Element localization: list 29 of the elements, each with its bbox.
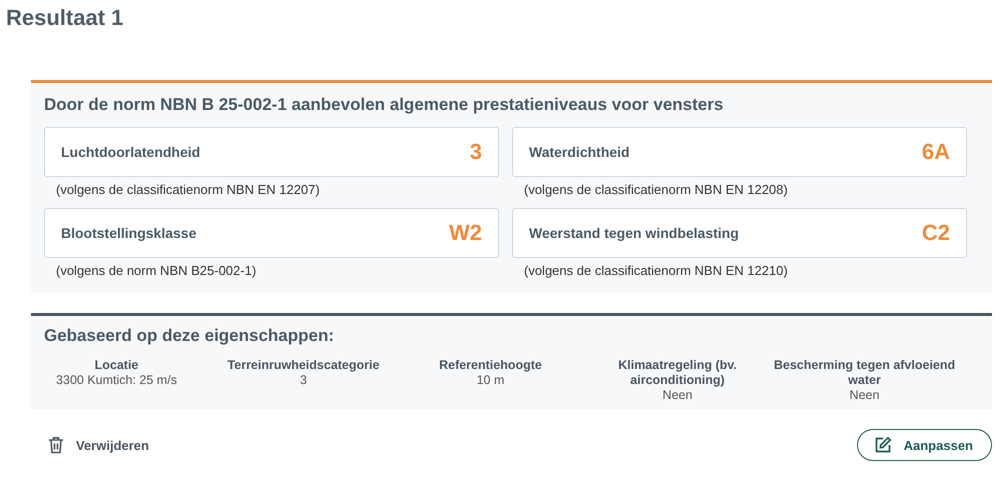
section-heading: Door de norm NBN B 25-002-1 aanbevolen algemene prestatieniveaus voor vensters (44, 95, 724, 115)
card-label: Waterdichtheid (529, 144, 630, 160)
property-label: Klimaatregeling (bv. airconditioning) (617, 358, 738, 388)
card-value: 6A (922, 139, 950, 165)
card-label: Blootstellingsklasse (61, 225, 196, 241)
page-title: Resultaat 1 (6, 4, 124, 32)
property-label: Referentiehoogte (438, 358, 543, 373)
property-label: Terreinruwheidscategorie (226, 358, 380, 373)
card-note: (volgens de classificatienorm NBN EN 12208) (524, 182, 789, 198)
edit-button[interactable]: Aanpassen (856, 429, 992, 461)
card-note: (volgens de classificatienorm NBN EN 12210) (524, 263, 789, 279)
property-value: Neen (848, 388, 880, 403)
card-value: C2 (922, 220, 950, 246)
property-label: Locatie (94, 358, 140, 373)
card-value: 3 (470, 139, 482, 165)
section-heading: Gebaseerd op deze eigenschappen: (44, 326, 336, 346)
card-note: (volgens de norm NBN B25-002-1) (56, 263, 258, 279)
property-value: 3 (299, 373, 308, 388)
card-note: (volgens de classificatienorm NBN EN 12207) (56, 182, 321, 198)
trash-icon (48, 436, 64, 454)
edit-icon (874, 436, 892, 454)
delete-button[interactable]: Verwijderen (31, 432, 149, 458)
property-value: 10 m (476, 373, 506, 388)
property-value: Neen (662, 388, 694, 403)
card-label: Luchtdoorlatendheid (61, 144, 200, 160)
property-value: 3300 Kumtich: 25 m/s (55, 373, 178, 388)
card-label: Weerstand tegen windbelasting (529, 225, 739, 241)
card-value: W2 (449, 220, 482, 246)
property-label: Bescherming tegen afvloeiend water (772, 358, 956, 388)
